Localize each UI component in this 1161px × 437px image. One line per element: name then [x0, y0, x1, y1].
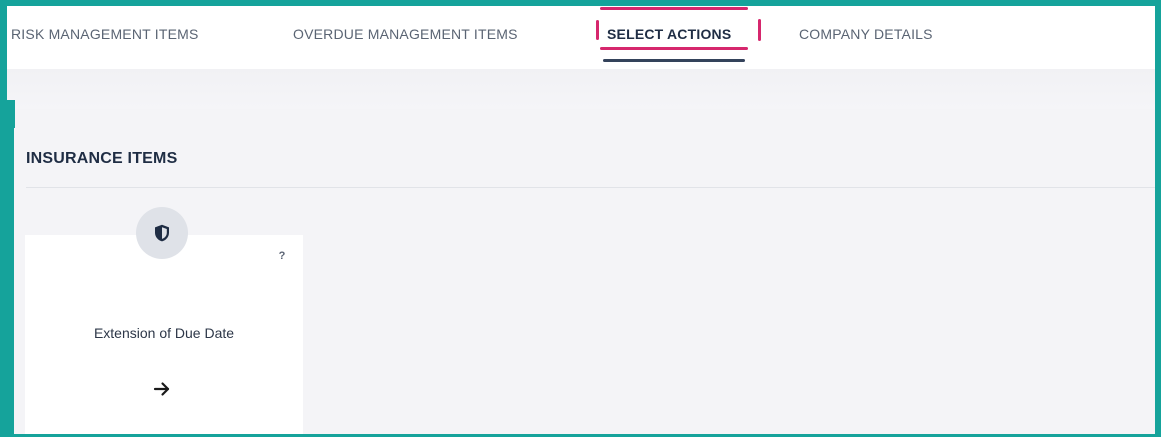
help-icon[interactable]: ?: [275, 250, 289, 266]
highlight-mark-left: [596, 20, 599, 40]
frame-top: [0, 0, 1161, 6]
arrow-right-icon[interactable]: [152, 381, 172, 397]
card-icon-circle: [136, 207, 188, 259]
top-nav: RISK MANAGEMENT ITEMS OVERDUE MANAGEMENT…: [7, 6, 1155, 69]
highlight-mark-top: [600, 7, 748, 10]
app-screen: RISK MANAGEMENT ITEMS OVERDUE MANAGEMENT…: [0, 0, 1161, 437]
shield-icon: [155, 224, 169, 242]
card-label: Extension of Due Date: [93, 325, 235, 341]
active-tab-indicator: [603, 59, 745, 62]
section-divider: [26, 187, 1155, 188]
tab-overdue-management-items[interactable]: OVERDUE MANAGEMENT ITEMS: [293, 26, 518, 42]
frame-right: [1155, 0, 1161, 437]
highlight-mark-bottom: [600, 47, 748, 50]
tab-select-actions[interactable]: SELECT ACTIONS: [607, 26, 731, 42]
tab-company-details[interactable]: COMPANY DETAILS: [799, 26, 933, 42]
frame-notch: [7, 100, 15, 128]
sub-header-band: [7, 69, 1155, 109]
section-title: INSURANCE ITEMS: [26, 150, 178, 167]
highlight-mark-right: [758, 19, 761, 41]
tab-risk-management-items[interactable]: RISK MANAGEMENT ITEMS: [11, 26, 199, 42]
frame-left-top: [0, 0, 7, 128]
arrow-right-glyph: [153, 382, 170, 396]
frame-left-bottom: [0, 128, 14, 437]
